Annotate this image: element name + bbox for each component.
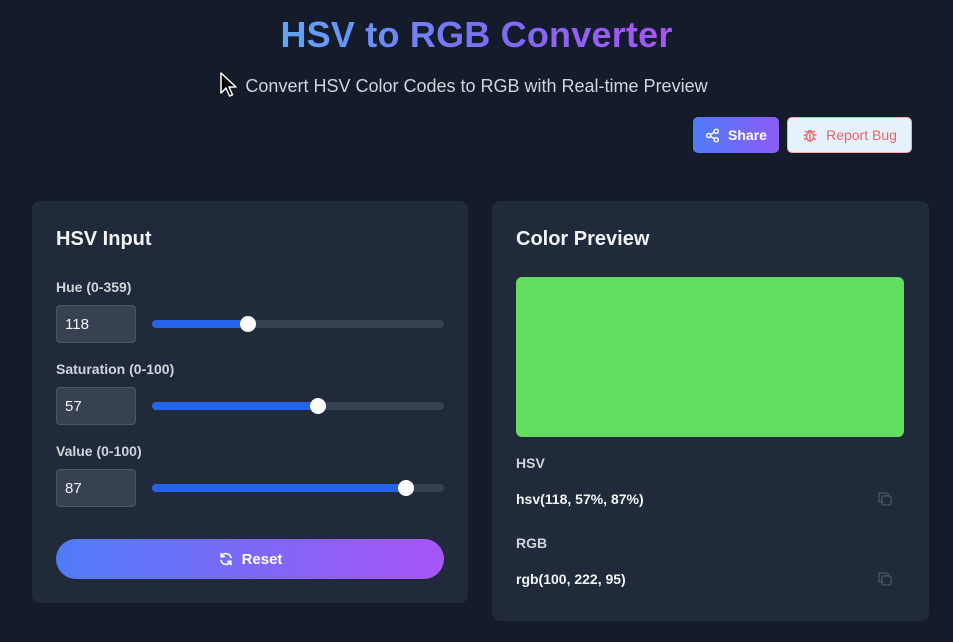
report-bug-button[interactable]: Report Bug — [787, 117, 912, 153]
hue-slider[interactable] — [152, 316, 444, 332]
share-icon — [706, 128, 720, 142]
rgb-output-label: RGB — [516, 535, 548, 551]
saturation-input[interactable] — [56, 387, 136, 425]
saturation-slider-fill — [152, 402, 319, 410]
hue-label: Hue (0-359) — [56, 279, 132, 295]
reset-label: Reset — [241, 550, 283, 568]
refresh-icon — [219, 552, 232, 566]
hue-input[interactable] — [56, 305, 136, 343]
hue-slider-thumb[interactable] — [239, 316, 256, 332]
value-slider[interactable] — [152, 480, 444, 496]
hsv-input-title: HSV Input — [56, 228, 152, 250]
hsv-output-label: HSV — [516, 455, 545, 471]
hsv-input-panel: HSV Input Hue (0-359) Saturation (0-100)… — [32, 201, 468, 603]
saturation-slider[interactable] — [152, 398, 444, 414]
color-preview-panel: Color Preview HSV hsv(118, 57%, 87%) RGB… — [492, 201, 929, 621]
saturation-slider-thumb[interactable] — [310, 398, 327, 414]
share-label: Share — [728, 127, 767, 143]
report-bug-label: Report Bug — [826, 127, 897, 143]
rgb-output-value: rgb(100, 222, 95) — [516, 571, 626, 587]
value-label: Value (0-100) — [56, 443, 142, 459]
copy-rgb-icon[interactable] — [877, 571, 893, 587]
page-title: HSV to RGB Converter — [280, 14, 673, 55]
value-slider-fill — [152, 484, 407, 492]
copy-hsv-icon[interactable] — [877, 491, 893, 507]
mouse-cursor-icon — [220, 72, 237, 97]
color-swatch — [516, 277, 904, 437]
color-preview-title: Color Preview — [516, 228, 650, 250]
page-subtitle: Convert HSV Color Codes to RGB with Real… — [245, 76, 708, 96]
value-slider-thumb[interactable] — [398, 480, 415, 496]
value-input[interactable] — [56, 469, 136, 507]
saturation-label: Saturation (0-100) — [56, 361, 175, 377]
bug-icon — [803, 129, 817, 142]
reset-button[interactable]: Reset — [56, 539, 444, 579]
share-button[interactable]: Share — [693, 117, 779, 153]
hsv-output-value: hsv(118, 57%, 87%) — [516, 491, 644, 507]
hue-slider-fill — [152, 320, 248, 328]
